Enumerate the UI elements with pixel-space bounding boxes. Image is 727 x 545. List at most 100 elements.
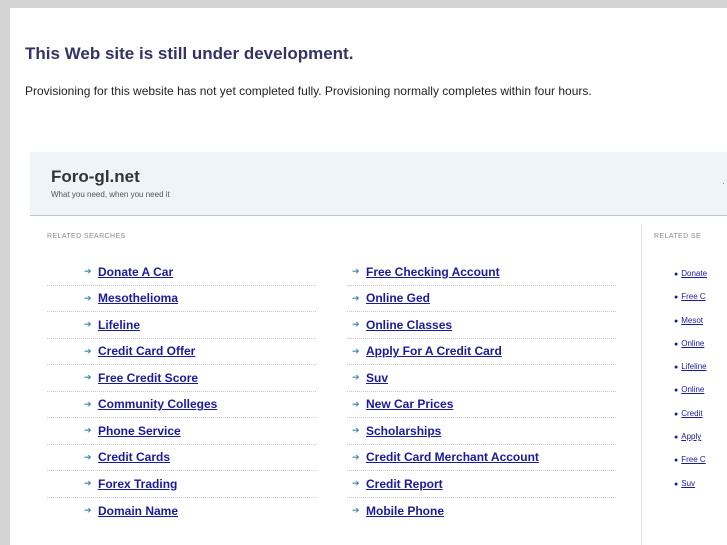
list-item: ➔ Online Ged — [347, 286, 616, 312]
side-link-label: Online — [681, 338, 705, 348]
arrow-right-icon: ➔ — [352, 451, 360, 462]
column-divider — [641, 224, 642, 545]
arrow-right-icon: ➔ — [352, 266, 360, 277]
related-search-link[interactable]: Mesothelioma — [98, 291, 178, 305]
side-link-label: Lifeline — [681, 362, 707, 372]
side-related-search-link[interactable]: ● Online — [674, 385, 727, 408]
side-link-label: Apply — [681, 432, 702, 442]
arrow-right-icon: ➔ — [352, 425, 360, 436]
list-item: ➔ Community Colleges — [47, 392, 316, 418]
side-related-searches-list: ● Donate ● Free C ● Mesot ● Online ● Lifeline ● Onl… — [674, 269, 727, 502]
side-related-search-link[interactable]: ● Free C — [674, 455, 727, 478]
list-item: ➔ Phone Service — [47, 418, 316, 445]
side-link-label: Suv — [681, 478, 696, 488]
bullet-icon: ● — [674, 410, 679, 418]
side-related-searches-label: RELATED SE — [654, 233, 702, 240]
list-item: ➔ Scholarships — [347, 418, 616, 445]
related-search-link[interactable]: Suv — [366, 371, 388, 385]
list-item: ➔ Free Credit Score — [47, 365, 316, 392]
arrow-right-icon: ➔ — [84, 266, 92, 277]
arrow-right-icon: ➔ — [84, 292, 92, 303]
list-item: ➔ Domain Name — [47, 498, 316, 525]
list-item: ➔ Mesothelioma — [47, 286, 316, 312]
side-link-label: Mesot — [681, 315, 704, 325]
related-search-link[interactable]: Credit Cards — [98, 450, 170, 464]
side-link-label: Free C — [681, 292, 706, 302]
related-search-link[interactable]: Phone Service — [98, 424, 181, 438]
related-search-link[interactable]: Lifeline — [98, 318, 140, 332]
list-item: ➔ Suv — [347, 365, 616, 392]
related-search-link[interactable]: Free Checking Account — [366, 265, 500, 279]
arrow-right-icon: ➔ — [352, 292, 360, 303]
list-item: ➔ Forex Trading — [47, 471, 316, 498]
side-related-search-link[interactable]: ● Donate — [674, 269, 727, 292]
related-search-link[interactable]: Forex Trading — [98, 477, 177, 491]
bullet-icon: ● — [674, 434, 679, 442]
bullet-icon: ● — [674, 271, 679, 278]
bullet-icon: ● — [674, 457, 679, 465]
bullet-icon: ● — [674, 294, 679, 302]
arrow-right-icon: ➔ — [352, 345, 360, 356]
related-search-link[interactable]: New Car Prices — [366, 397, 453, 411]
header-mark: . — [722, 176, 725, 187]
arrow-right-icon: ➔ — [84, 505, 92, 516]
side-link-label: Donate — [681, 269, 708, 278]
side-related-search-link[interactable]: ● Online — [674, 339, 727, 362]
related-search-link[interactable]: Community Colleges — [98, 397, 217, 411]
related-search-link[interactable]: Online Classes — [366, 318, 452, 332]
arrow-right-icon: ➔ — [352, 398, 360, 409]
list-item: ➔ Credit Card Merchant Account — [347, 445, 616, 471]
side-related-search-link[interactable]: ● Mesot — [674, 316, 727, 339]
list-item: ➔ Online Classes — [347, 312, 616, 339]
side-related-search-link[interactable]: ● Apply — [674, 432, 727, 455]
bullet-icon: ● — [674, 387, 679, 395]
list-item: ➔ Apply For A Credit Card — [347, 339, 616, 365]
related-search-link[interactable]: Credit Card Merchant Account — [366, 450, 539, 464]
related-searches-column-left: ➔ Donate A Car ➔ Mesothelioma ➔ Lifeline ➔ Cred… — [47, 259, 316, 524]
arrow-right-icon: ➔ — [84, 478, 92, 489]
related-search-link[interactable]: Credit Report — [366, 477, 443, 491]
list-item: ➔ Credit Cards — [47, 445, 316, 471]
site-header: Foro-gl.net What you need, when you need… — [30, 152, 727, 216]
side-related-search-link[interactable]: ● Credit — [674, 409, 727, 432]
related-search-link[interactable]: Mobile Phone — [366, 504, 444, 518]
side-related-search-link[interactable]: ● Lifeline — [674, 362, 727, 385]
related-search-link[interactable]: Credit Card Offer — [98, 344, 195, 358]
side-link-label: Free C — [681, 455, 706, 465]
site-name[interactable]: Foro-gl.net — [51, 167, 140, 187]
bullet-icon: ● — [674, 340, 679, 348]
page-title: This Web site is still under development… — [25, 44, 354, 63]
related-searches-label: RELATED SEARCHES — [47, 233, 126, 240]
bullet-icon: ● — [674, 364, 679, 372]
arrow-right-icon: ➔ — [84, 372, 92, 383]
arrow-right-icon: ➔ — [352, 478, 360, 489]
side-related-search-link[interactable]: ● Free C — [674, 292, 727, 315]
list-item: ➔ New Car Prices — [347, 392, 616, 418]
related-search-link[interactable]: Scholarships — [366, 424, 441, 438]
arrow-right-icon: ➔ — [84, 319, 92, 330]
side-link-label: Credit — [681, 408, 703, 418]
list-item: ➔ Free Checking Account — [347, 259, 616, 286]
arrow-right-icon: ➔ — [352, 319, 360, 330]
arrow-right-icon: ➔ — [352, 372, 360, 383]
bullet-icon: ● — [674, 317, 679, 325]
arrow-right-icon: ➔ — [84, 398, 92, 409]
provisioning-notice: Provisioning for this website has not ye… — [25, 84, 592, 98]
list-item: ➔ Mobile Phone — [347, 498, 616, 525]
related-search-link[interactable]: Online Ged — [366, 291, 430, 305]
parked-domain-frame: Foro-gl.net What you need, when you need… — [30, 152, 727, 545]
site-tagline: What you need, when you need it — [51, 190, 170, 199]
related-search-link[interactable]: Donate A Car — [98, 265, 173, 279]
list-item: ➔ Lifeline — [47, 312, 316, 339]
related-search-link[interactable]: Apply For A Credit Card — [366, 344, 502, 358]
related-search-link[interactable]: Free Credit Score — [98, 371, 198, 385]
bullet-icon: ● — [674, 480, 679, 488]
arrow-right-icon: ➔ — [84, 345, 92, 356]
list-item: ➔ Credit Card Offer — [47, 339, 316, 365]
related-search-link[interactable]: Domain Name — [98, 504, 178, 518]
arrow-right-icon: ➔ — [352, 505, 360, 516]
side-related-search-link[interactable]: ● Suv — [674, 479, 727, 502]
page: This Web site is still under development… — [10, 8, 727, 545]
list-item: ➔ Donate A Car — [47, 259, 316, 286]
related-searches-column-right: ➔ Free Checking Account ➔ Online Ged ➔ Online… — [347, 259, 616, 524]
